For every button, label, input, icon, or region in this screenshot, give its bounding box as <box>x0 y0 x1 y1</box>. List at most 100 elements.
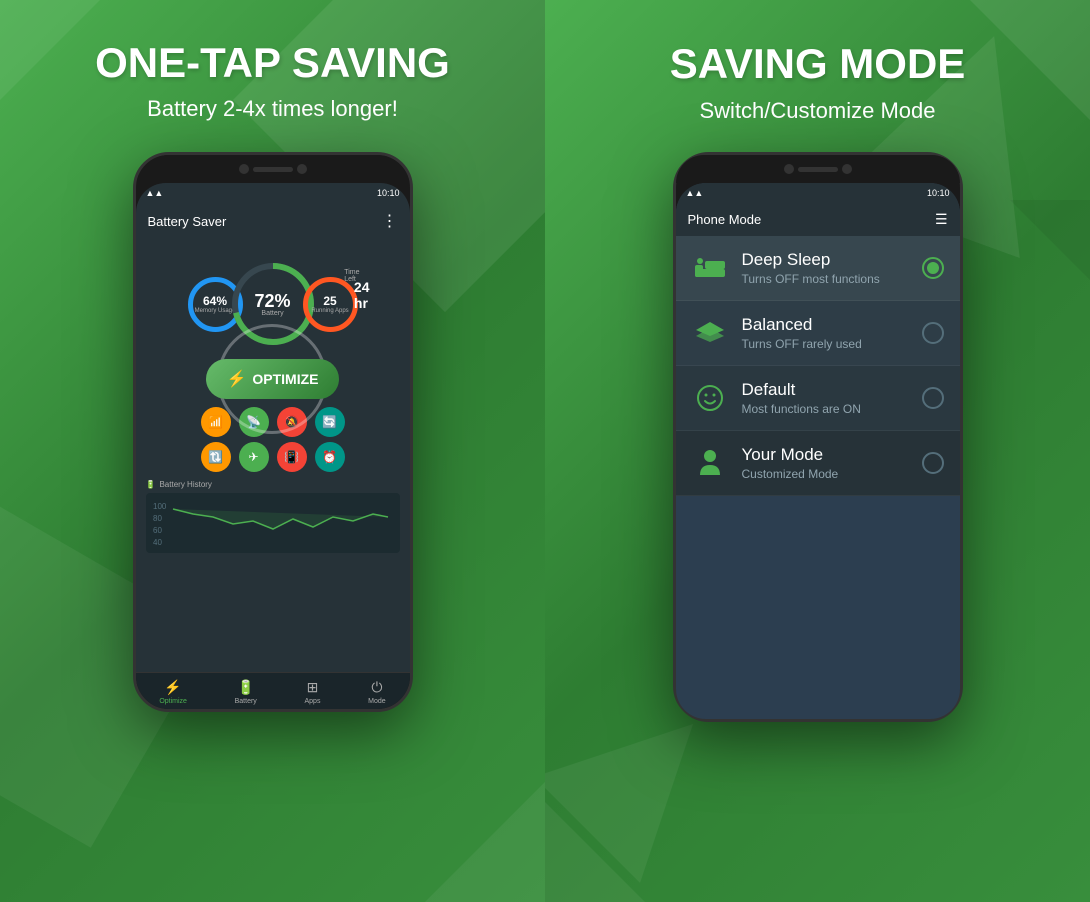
nav-apps-label: Apps <box>304 698 320 705</box>
status-bar-left: ▲▲ 10:10 <box>136 183 410 203</box>
status-signals: ▲▲ <box>146 188 164 198</box>
right-panel: SAVING MODE Switch/Customize Mode ▲▲ 10:… <box>545 0 1090 902</box>
mode-text-deep-sleep: Deep Sleep Turns OFF most functions <box>742 250 922 286</box>
svg-text:80: 80 <box>153 514 162 523</box>
filter-icon[interactable]: ☰ <box>935 211 948 228</box>
apps-count: 25 <box>323 294 336 308</box>
mode-app-title: Phone Mode <box>688 212 762 227</box>
mode-list: Deep Sleep Turns OFF most functions B <box>676 236 960 719</box>
optimize-button[interactable]: ⚡ OPTIMIZE <box>206 359 338 399</box>
your-mode-desc: Customized Mode <box>742 467 922 481</box>
wifi-toggle[interactable]: 📶 <box>201 407 231 437</box>
history-label: 🔋 Battery History <box>146 480 400 489</box>
default-radio[interactable] <box>922 387 944 409</box>
bottom-nav: ⚡ Optimize 🔋 Battery ⊞ Apps ⏻ Mode <box>136 672 410 709</box>
person-icon <box>692 445 728 481</box>
signal-icon: ▲▲ <box>146 188 164 198</box>
bolt-icon: ⚡ <box>226 369 246 389</box>
signal-icon-right: ▲▲ <box>686 188 704 198</box>
phone-notch-right <box>676 155 960 183</box>
default-name: Default <box>742 380 922 400</box>
nav-apps[interactable]: ⊞ Apps <box>304 679 320 705</box>
vibrate-toggle[interactable]: 📳 <box>277 442 307 472</box>
balanced-name: Balanced <box>742 315 922 335</box>
memory-pct: 64% <box>203 294 227 308</box>
your-mode-radio[interactable] <box>922 452 944 474</box>
status-bar-right: ▲▲ 10:10 <box>676 183 960 203</box>
battery-nav-icon: 🔋 <box>237 679 254 696</box>
history-chart: 100 80 60 40 <box>146 493 400 553</box>
phone-speaker-left <box>253 167 293 172</box>
right-phone-mockup: ▲▲ 10:10 Phone Mode ☰ <box>673 152 963 722</box>
deep-sleep-radio[interactable] <box>922 257 944 279</box>
layers-icon <box>692 315 728 351</box>
mode-nav-icon: ⏻ <box>371 679 382 696</box>
status-time-right: 10:10 <box>927 188 950 198</box>
your-mode-name: Your Mode <box>742 445 922 465</box>
chart-svg: 100 80 60 40 <box>152 499 394 549</box>
phone-screen-right: ▲▲ 10:10 Phone Mode ☰ <box>676 183 960 719</box>
left-panel: ONE-TAP SAVING Battery 2-4x times longer… <box>0 0 545 902</box>
time-left-status: 10:10 <box>377 188 400 198</box>
right-subtitle: Switch/Customize Mode <box>700 98 936 124</box>
alarm-toggle[interactable]: ⏰ <box>315 442 345 472</box>
status-time-left: 10:10 <box>377 188 400 198</box>
battery-content: 64% Memory Usage 72% Battery <box>136 239 410 672</box>
phone-speaker-right <box>798 167 838 172</box>
bed-icon <box>692 250 728 286</box>
front-camera-left-2 <box>297 164 307 174</box>
airplane-toggle[interactable]: ✈ <box>239 442 269 472</box>
apps-nav-icon: ⊞ <box>307 679 319 696</box>
battery-pct: 72% <box>254 292 290 310</box>
smiley-icon <box>692 380 728 416</box>
nav-optimize-label: Optimize <box>159 698 187 705</box>
left-phone-mockup: ▲▲ 10:10 Battery Saver ⋮ <box>133 152 413 712</box>
mode-item-your-mode[interactable]: Your Mode Customized Mode <box>676 431 960 496</box>
svg-text:100: 100 <box>153 502 167 511</box>
balanced-desc: Turns OFF rarely used <box>742 337 922 351</box>
svg-text:40: 40 <box>153 538 162 547</box>
mode-text-default: Default Most functions are ON <box>742 380 922 416</box>
optimize-area: ⚡ OPTIMIZE <box>206 359 338 399</box>
deep-sleep-desc: Turns OFF most functions <box>742 272 922 286</box>
nav-battery[interactable]: 🔋 Battery <box>235 679 257 705</box>
svg-text:60: 60 <box>153 526 162 535</box>
mode-item-balanced[interactable]: Balanced Turns OFF rarely used <box>676 301 960 366</box>
mode-text-balanced: Balanced Turns OFF rarely used <box>742 315 922 351</box>
nav-mode-label: Mode <box>368 698 386 705</box>
phone-screen-left: ▲▲ 10:10 Battery Saver ⋮ <box>136 183 410 709</box>
menu-dots-icon[interactable]: ⋮ <box>382 211 398 231</box>
apps-circle: 25 Running Apps <box>303 277 358 332</box>
balanced-radio[interactable] <box>922 322 944 344</box>
front-camera-right-2 <box>842 164 852 174</box>
optimize-label: OPTIMIZE <box>252 371 318 387</box>
mode-item-deep-sleep[interactable]: Deep Sleep Turns OFF most functions <box>676 236 960 301</box>
sync-toggle[interactable]: 🔄 <box>315 407 345 437</box>
nav-optimize[interactable]: ⚡ Optimize <box>159 679 187 705</box>
battery-history: 🔋 Battery History 100 80 60 40 <box>146 480 400 553</box>
toggles-row-2: 🔃 ✈ 📳 ⏰ <box>201 442 345 472</box>
app-title-left: Battery Saver <box>148 214 227 229</box>
right-title: SAVING MODE <box>670 40 966 88</box>
deep-sleep-name: Deep Sleep <box>742 250 922 270</box>
phone-notch-left <box>136 155 410 183</box>
mode-app-header: Phone Mode ☰ <box>676 203 960 236</box>
battery-label: Battery <box>261 310 283 317</box>
app-header-left: Battery Saver ⋮ <box>136 203 410 239</box>
front-camera-right <box>784 164 794 174</box>
nav-battery-label: Battery <box>235 698 257 705</box>
mode-item-default[interactable]: Default Most functions are ON <box>676 366 960 431</box>
apps-label: Running Apps <box>311 308 348 314</box>
optimize-nav-icon: ⚡ <box>164 679 181 696</box>
status-signals-right: ▲▲ <box>686 188 704 198</box>
left-subtitle: Battery 2-4x times longer! <box>147 96 398 122</box>
time-left-value: 24 hr <box>354 279 370 311</box>
battery-icon-small: 🔋 <box>146 480 156 489</box>
default-desc: Most functions are ON <box>742 402 922 416</box>
nav-mode[interactable]: ⏻ Mode <box>368 679 386 705</box>
time-right-status: 10:10 <box>927 188 950 198</box>
front-camera-left <box>239 164 249 174</box>
rotation-toggle[interactable]: 🔃 <box>201 442 231 472</box>
mode-text-your-mode: Your Mode Customized Mode <box>742 445 922 481</box>
left-title: ONE-TAP SAVING <box>95 40 450 86</box>
